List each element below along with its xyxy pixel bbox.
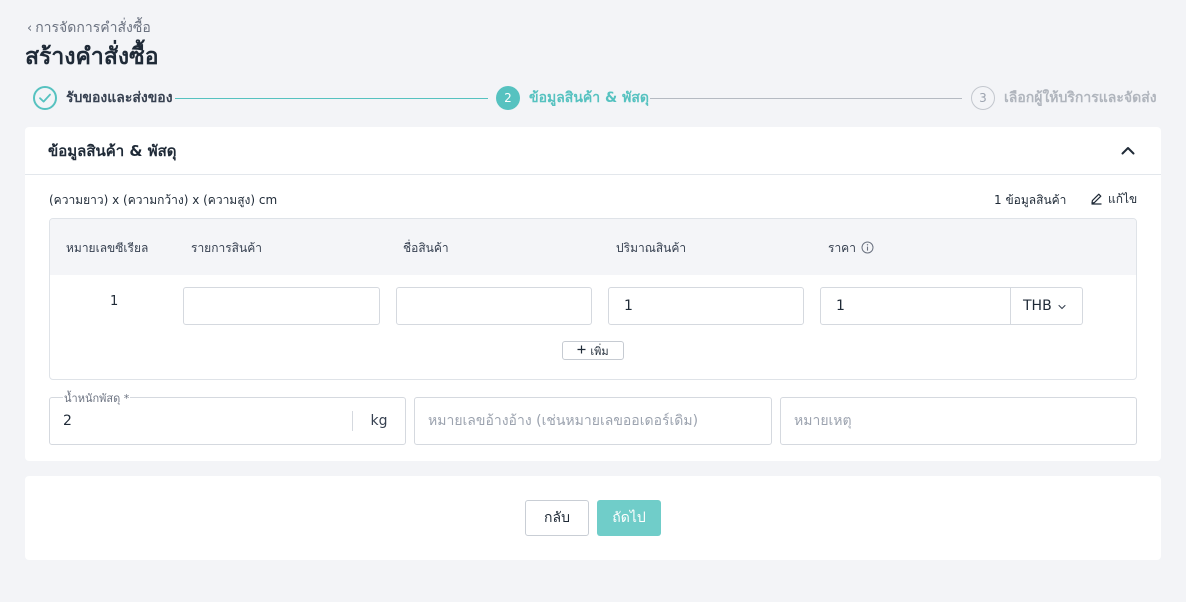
weight-label: น้ำหนักพัสดุ * bbox=[63, 389, 131, 407]
column-header: ปริมาณสินค้า bbox=[616, 241, 687, 255]
serial-number: 1 bbox=[110, 294, 119, 309]
step-label: เลือกผู้ให้บริการและจัดส่ง bbox=[1004, 90, 1157, 106]
step-number: 2 bbox=[496, 86, 520, 110]
step-connector bbox=[175, 98, 488, 99]
edit-label: แก้ไข bbox=[1108, 192, 1138, 206]
step-label: ข้อมูลสินค้า & พัสดุ bbox=[529, 90, 649, 106]
currency-select[interactable]: THB bbox=[1010, 287, 1083, 325]
section-title: ข้อมูลสินค้า & พัสดุ bbox=[48, 141, 177, 160]
info-icon[interactable] bbox=[861, 241, 874, 257]
column-header: หมายเลขซีเรียล bbox=[66, 241, 149, 255]
pencil-icon bbox=[1090, 192, 1103, 208]
chevron-left-icon: ‹ bbox=[27, 20, 33, 36]
page-title: สร้างคำสั่งซื้อ bbox=[25, 44, 159, 70]
add-label: เพิ่ม bbox=[590, 344, 609, 358]
weight-unit: kg bbox=[370, 413, 388, 429]
card-header: ข้อมูลสินค้า & พัสดุ bbox=[25, 127, 1161, 175]
reference-number-field[interactable]: หมายเลขอ้างอ้าง (เช่นหมายเลขออเดอร์เดิม) bbox=[414, 397, 772, 445]
step-label: รับของและส่งของ bbox=[66, 90, 173, 106]
check-icon bbox=[33, 86, 57, 110]
chevron-up-icon[interactable] bbox=[1118, 141, 1138, 161]
step-connector bbox=[650, 98, 962, 99]
step-number: 3 bbox=[971, 86, 995, 110]
column-header: ชื่อสินค้า bbox=[403, 241, 449, 255]
plus-icon bbox=[577, 344, 586, 357]
table-header: หมายเลขซีเรียล รายการสินค้า ชื่อสินค้า ป… bbox=[50, 219, 1136, 275]
breadcrumb-label: การจัดการคำสั่งซื้อ bbox=[35, 20, 151, 36]
chevron-down-icon bbox=[1058, 298, 1066, 314]
quantity-input[interactable]: 1 bbox=[608, 287, 804, 325]
product-name-input[interactable] bbox=[396, 287, 592, 325]
column-header: รายการสินค้า bbox=[191, 241, 262, 255]
back-button[interactable]: กลับ bbox=[525, 500, 589, 536]
currency-value: THB bbox=[1023, 298, 1052, 314]
edit-button[interactable]: แก้ไข bbox=[1090, 190, 1137, 209]
product-parcel-card: ข้อมูลสินค้า & พัสดุ (ความยาว) x (ความกว… bbox=[25, 127, 1161, 461]
column-header: ราคา bbox=[828, 239, 874, 258]
items-table: หมายเลขซีเรียล รายการสินค้า ชื่อสินค้า ป… bbox=[49, 218, 1137, 380]
next-button[interactable]: ถัดไป bbox=[597, 500, 661, 536]
step-product-parcel[interactable]: 2 ข้อมูลสินค้า & พัสดุ bbox=[496, 86, 649, 110]
price-input[interactable]: 1 bbox=[820, 287, 1011, 325]
weight-value: 2 bbox=[63, 413, 72, 429]
footer-card: กลับ ถัดไป bbox=[25, 476, 1161, 560]
item-count: 1 ข้อมูลสินค้า bbox=[994, 193, 1067, 207]
note-field[interactable]: หมายเหตุ bbox=[780, 397, 1137, 445]
dimensions-hint: (ความยาว) x (ความกว้าง) x (ความสูง) cm bbox=[49, 193, 278, 207]
stepper: รับของและส่งของ 2 ข้อมูลสินค้า & พัสดุ 3… bbox=[33, 86, 1157, 112]
price-header-label: ราคา bbox=[828, 241, 856, 255]
breadcrumb[interactable]: ‹ การจัดการคำสั่งซื้อ bbox=[27, 17, 151, 39]
step-carrier-shipping[interactable]: 3 เลือกผู้ให้บริการและจัดส่ง bbox=[971, 86, 1157, 110]
add-item-button[interactable]: เพิ่ม bbox=[562, 341, 624, 360]
step-pickup-delivery[interactable]: รับของและส่งของ bbox=[33, 86, 173, 110]
item-input[interactable] bbox=[183, 287, 380, 325]
